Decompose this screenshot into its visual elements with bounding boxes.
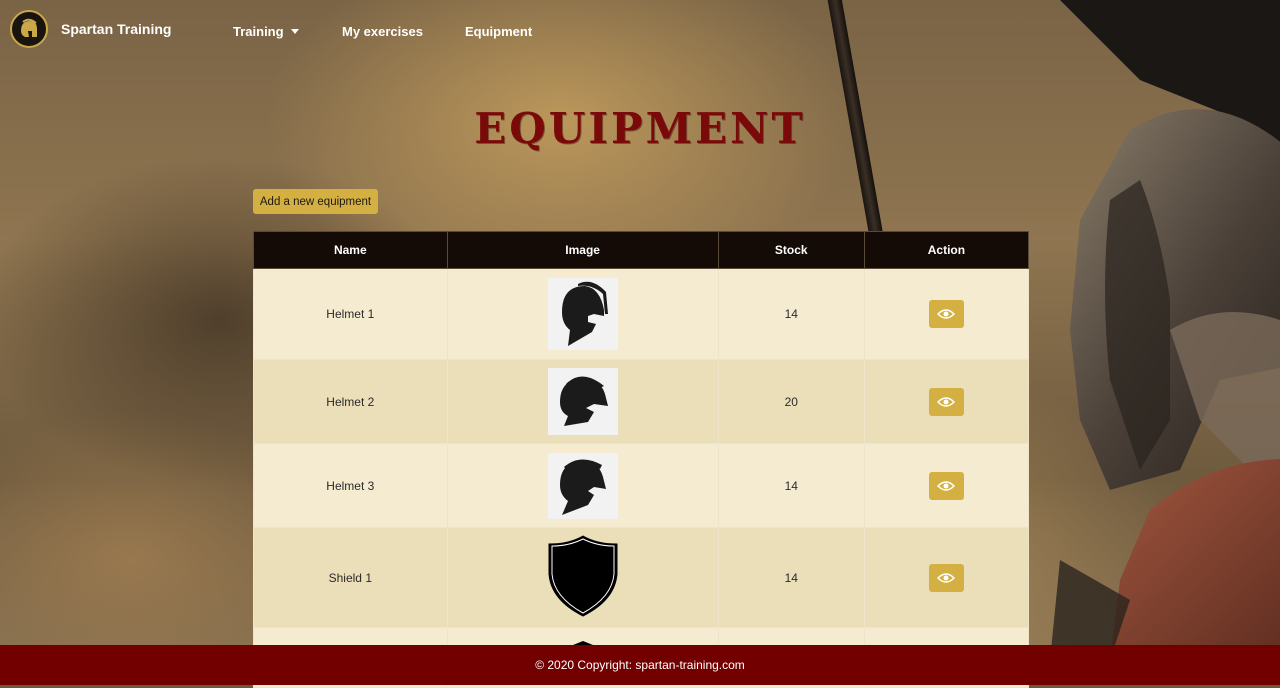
cell-name: Helmet 2	[253, 359, 448, 444]
equipment-table: Name Image Stock Action Helmet 1 14 Helm…	[253, 231, 1030, 688]
cell-image	[446, 527, 719, 628]
footer-copyright: © 2020 Copyright: spartan-training.com	[535, 658, 745, 672]
helmet-icon	[547, 368, 618, 435]
cell-image	[446, 359, 719, 444]
cell-name: Helmet 1	[253, 268, 448, 360]
eye-icon	[937, 396, 956, 407]
cell-name: Helmet 3	[253, 443, 448, 528]
cell-image	[446, 268, 719, 360]
cell-stock: 14	[717, 268, 865, 360]
navbar: Spartan Training Training My exercises E…	[0, 0, 1280, 62]
footer: © 2020 Copyright: spartan-training.com	[0, 645, 1280, 685]
eye-icon	[937, 309, 956, 319]
table-row: Shield 1 14	[253, 527, 1030, 628]
table-row: Helmet 1 14	[253, 268, 1030, 360]
brand-logo[interactable]	[10, 10, 48, 48]
add-equipment-button[interactable]: Add a new equipment	[253, 189, 378, 214]
spartan-helmet-logo-icon	[21, 18, 37, 37]
cell-action	[863, 268, 1030, 360]
column-header-stock: Stock	[717, 231, 865, 269]
table-row: Helmet 2 20	[253, 359, 1030, 444]
helmet-icon	[547, 452, 618, 519]
cell-stock: 14	[717, 443, 865, 528]
column-header-name: Name	[253, 231, 448, 269]
column-header-action: Action	[863, 231, 1030, 269]
column-header-image: Image	[446, 231, 719, 269]
shield-icon	[547, 534, 619, 621]
cell-action	[863, 527, 1030, 628]
nav-my-exercises[interactable]: My exercises	[342, 24, 423, 39]
nav-equipment[interactable]: Equipment	[465, 24, 532, 39]
view-button[interactable]	[928, 563, 964, 592]
page-title: Equipment	[474, 104, 806, 153]
view-button[interactable]	[928, 387, 964, 416]
helmet-icon	[547, 278, 618, 350]
cell-action	[863, 359, 1030, 444]
view-button[interactable]	[928, 471, 964, 500]
background-warrior	[1050, 0, 1280, 660]
cell-image	[446, 443, 719, 528]
caret-down-icon	[290, 29, 299, 34]
table-header-row: Name Image Stock Action	[253, 231, 1030, 269]
table-row: Helmet 3 14	[253, 443, 1030, 528]
nav-training-label: Training	[233, 24, 284, 39]
cell-stock: 20	[717, 359, 865, 444]
cell-action	[863, 443, 1030, 528]
cell-name: Shield 1	[253, 527, 448, 628]
nav-training-dropdown[interactable]: Training	[233, 24, 299, 39]
cell-stock: 14	[717, 527, 865, 628]
eye-icon	[937, 572, 956, 583]
view-button[interactable]	[928, 300, 964, 328]
brand-name[interactable]: Spartan Training	[61, 21, 171, 37]
eye-icon	[937, 480, 956, 491]
